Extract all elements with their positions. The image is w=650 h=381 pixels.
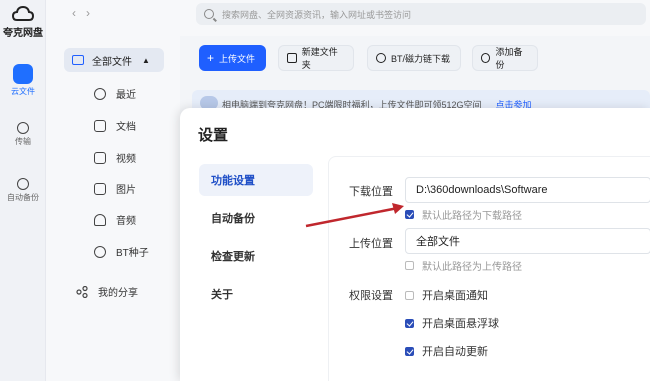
- checkbox-unchecked-icon: [405, 261, 414, 270]
- nav-arrows: ‹›: [72, 6, 100, 20]
- video-icon: [94, 151, 106, 164]
- sidebar-item-audio[interactable]: 音频: [94, 212, 136, 227]
- sidebar-item-label: 音频: [116, 216, 136, 227]
- app-name: 夸克网盘: [3, 28, 43, 39]
- upload-default-checkbox[interactable]: 默认此路径为上传路径: [405, 258, 522, 273]
- document-icon: [94, 119, 106, 132]
- sidebar-item-label: 图片: [116, 185, 136, 196]
- tab-about[interactable]: 关于: [199, 278, 313, 310]
- settings-body: 下载位置 D:\360downloads\Software 默认此路径为下载路径…: [328, 156, 650, 381]
- image-icon: [94, 182, 106, 195]
- add-backup-button[interactable]: 添加备份: [472, 45, 538, 71]
- bt-download-label: BT/磁力链下载: [391, 53, 451, 64]
- sidebar-root-label: 全部文件: [92, 56, 132, 68]
- new-folder-label: 新建文件夹: [301, 47, 338, 70]
- permission-label: 权限设置: [349, 290, 393, 302]
- tab-check-update[interactable]: 检查更新: [199, 240, 313, 272]
- back-button[interactable]: ‹: [72, 6, 86, 20]
- sidebar-item-images[interactable]: 图片: [94, 181, 136, 196]
- app-brand: 夸克网盘: [0, 6, 46, 39]
- left-rail: 夸克网盘 云文件 传输 自动备份: [0, 0, 46, 381]
- sidebar-item-video[interactable]: 视频: [94, 150, 136, 165]
- add-backup-label: 添加备份: [495, 47, 523, 70]
- link-icon: [94, 245, 106, 258]
- forward-button[interactable]: ›: [86, 6, 100, 20]
- share-icon: [76, 285, 88, 298]
- backup-icon: [481, 53, 491, 63]
- perm-auto-update[interactable]: 开启自动更新: [405, 343, 488, 359]
- upload-button[interactable]: + 上传文件: [199, 45, 266, 71]
- sidebar-item-label: BT种子: [116, 248, 149, 259]
- settings-nav: 功能设置 自动备份 检查更新 关于: [199, 164, 313, 316]
- search-placeholder: 搜索网盘、全网资源资讯，输入网址或书签访问: [222, 9, 412, 20]
- rail-transfer[interactable]: 传输: [0, 122, 46, 147]
- download-location-label: 下载位置: [349, 186, 393, 198]
- perm-desktop-notify[interactable]: 开启桌面通知: [405, 287, 488, 303]
- rail-label: 云文件: [11, 87, 35, 96]
- upload-location-label: 上传位置: [349, 238, 393, 250]
- search-input[interactable]: 搜索网盘、全网资源资讯，输入网址或书签访问: [196, 3, 646, 25]
- top-bar: 搜索网盘、全网资源资讯，输入网址或书签访问: [180, 0, 650, 36]
- backup-icon: [17, 178, 29, 190]
- dialog-title: 设置: [198, 127, 229, 144]
- checkbox-unchecked-icon: [405, 290, 414, 300]
- rail-cloud-files[interactable]: 云文件: [0, 64, 46, 97]
- rail-auto-backup[interactable]: 自动备份: [0, 178, 46, 203]
- download-path-field[interactable]: D:\360downloads\Software: [405, 177, 650, 203]
- new-folder-icon: [287, 53, 297, 63]
- checkbox-label: 开启桌面通知: [422, 290, 488, 302]
- rail-label: 自动备份: [7, 193, 39, 202]
- sidebar-item-all-files[interactable]: 全部文件 ▲: [64, 48, 164, 72]
- sidebar-item-docs[interactable]: 文档: [94, 118, 136, 133]
- link-icon: [376, 53, 386, 63]
- cloud-logo-icon: [12, 6, 34, 21]
- upload-path-field[interactable]: 全部文件: [405, 228, 650, 254]
- tab-feature-settings[interactable]: 功能设置: [199, 164, 313, 196]
- sidebar-item-label: 我的分享: [98, 288, 138, 299]
- upload-label: 上传文件: [219, 53, 256, 64]
- sidebar-item-label: 最近: [116, 90, 136, 101]
- sidebar-item-my-share[interactable]: 我的分享: [76, 284, 138, 299]
- bt-download-button[interactable]: BT/磁力链下载: [367, 45, 461, 71]
- sidebar-item-label: 文档: [116, 122, 136, 133]
- caret-up-icon: ▲: [142, 55, 150, 65]
- transfer-icon: [17, 122, 29, 134]
- checkbox-label: 默认此路径为上传路径: [422, 262, 522, 273]
- search-icon: [204, 9, 214, 19]
- checkbox-label: 开启桌面悬浮球: [422, 318, 499, 330]
- perm-floating-ball[interactable]: 开启桌面悬浮球: [405, 315, 499, 331]
- tab-auto-backup[interactable]: 自动备份: [199, 202, 313, 234]
- sidebar-item-label: 视频: [116, 154, 136, 165]
- sidebar-item-bt[interactable]: BT种子: [94, 244, 149, 259]
- checkbox-checked-icon: [405, 318, 414, 328]
- folder-icon: [13, 64, 33, 84]
- clock-icon: [94, 87, 106, 100]
- checkbox-label: 默认此路径为下载路径: [422, 211, 522, 222]
- headphones-icon: [94, 213, 106, 226]
- plus-icon: +: [207, 51, 215, 65]
- folder-icon: [72, 55, 84, 65]
- checkbox-checked-icon: [405, 346, 414, 356]
- download-default-checkbox[interactable]: 默认此路径为下载路径: [405, 207, 522, 222]
- sidebar-item-recent[interactable]: 最近: [94, 86, 136, 101]
- annotation-arrow-icon: [305, 203, 404, 228]
- new-folder-button[interactable]: 新建文件夹: [278, 45, 354, 71]
- rail-label: 传输: [15, 137, 31, 146]
- settings-dialog: 设置 功能设置 自动备份 检查更新 关于 下载位置 D:\360download…: [180, 108, 650, 381]
- checkbox-label: 开启自动更新: [422, 346, 488, 358]
- sidebar: ‹› 全部文件 ▲ 最近 文档 视频 图片 音频 BT种子 我的分享: [46, 0, 180, 381]
